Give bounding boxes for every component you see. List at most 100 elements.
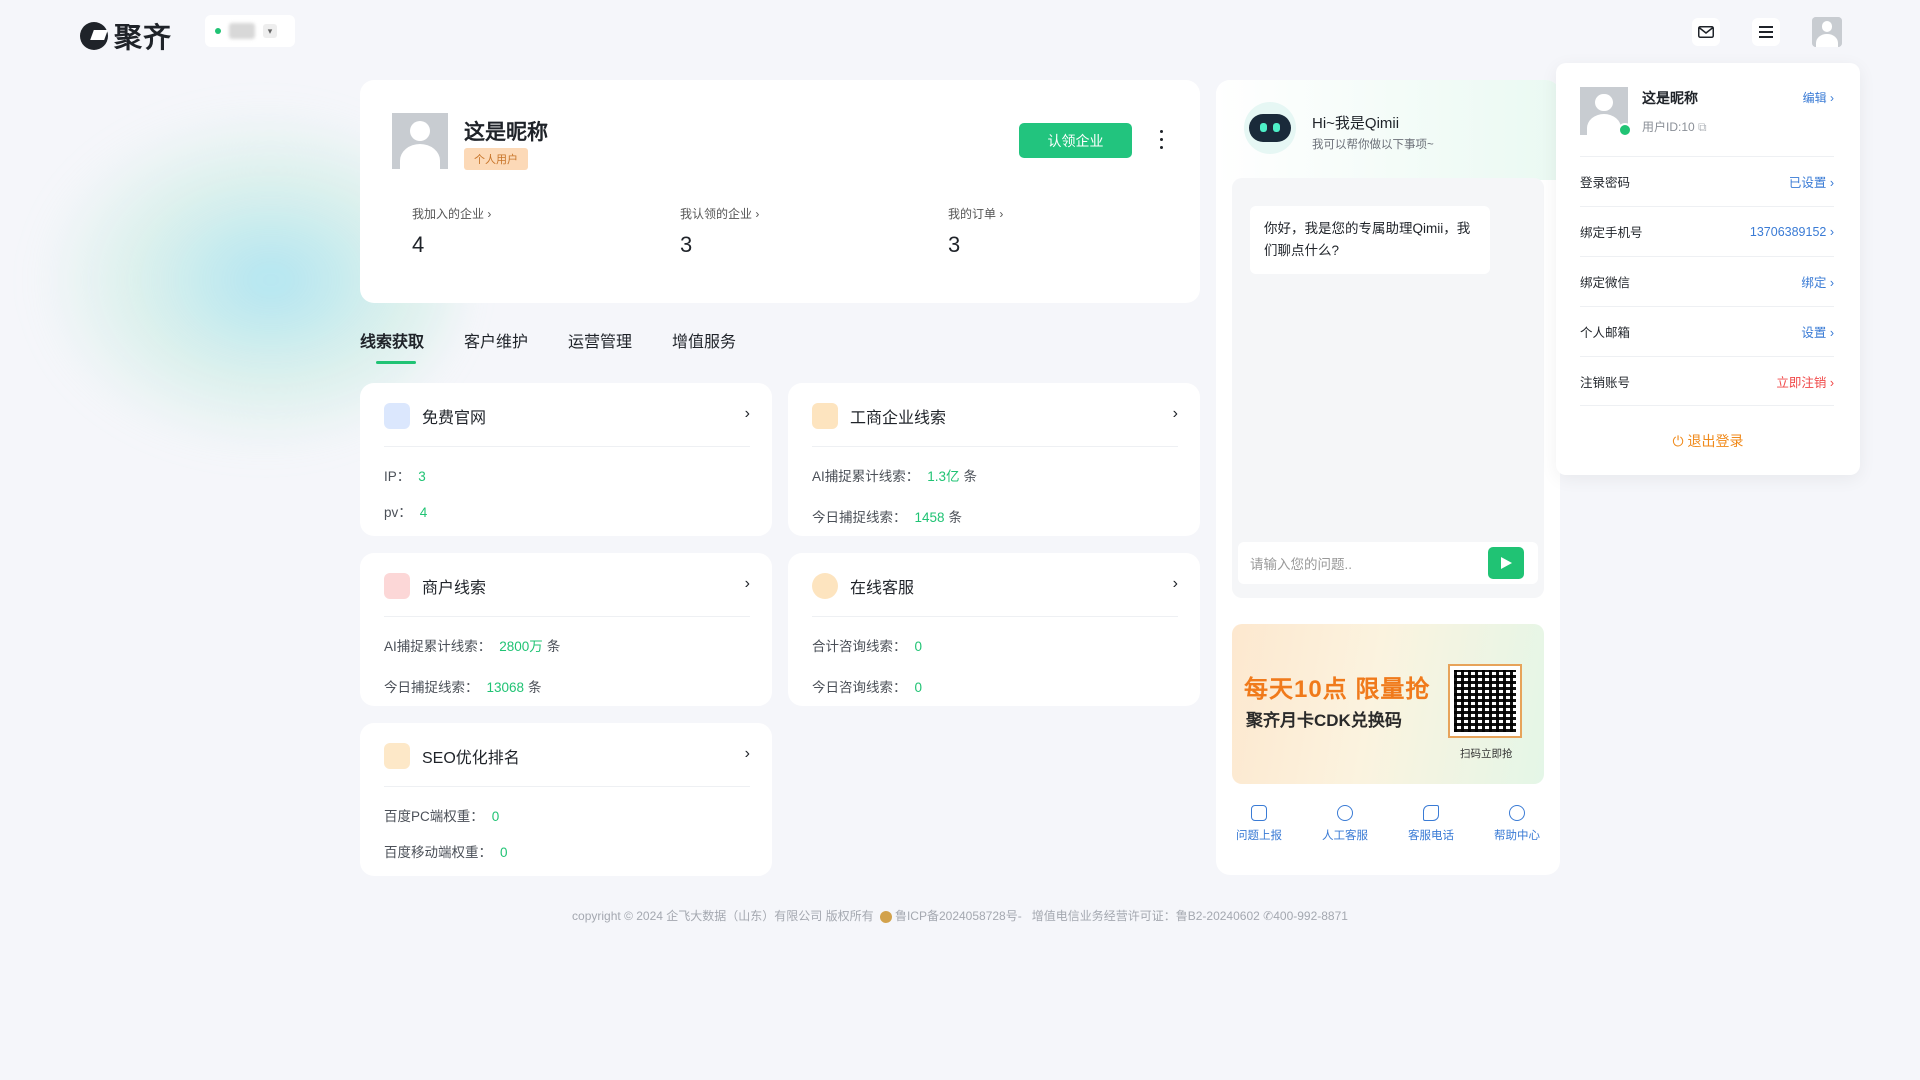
logout-button[interactable]: ⏻ 退出登录 (1556, 431, 1860, 451)
user-id: 用户ID:10 ⧉ (1642, 120, 1707, 134)
more-options-icon[interactable] (1155, 127, 1167, 151)
phone-icon: ✆ (1263, 909, 1274, 923)
support-phone-link[interactable]: 客服电话 (1408, 805, 1454, 843)
report-icon (1251, 805, 1267, 821)
avatar-icon (1812, 17, 1842, 47)
service-row: 百度移动端权重： 0 (384, 845, 508, 860)
stat-value: 4 (412, 232, 425, 257)
stat-label: 我的订单 › (948, 207, 1004, 221)
qr-code (1448, 664, 1522, 738)
stat-value: 3 (680, 232, 693, 257)
seo-icon (384, 743, 410, 769)
chevron-right-icon: › (1172, 405, 1178, 422)
phone-binding-row[interactable]: 绑定手机号 13706389152 › (1580, 206, 1834, 256)
help-center-link[interactable]: 帮助中心 (1494, 805, 1540, 843)
divider (384, 446, 750, 447)
send-icon (1501, 557, 1512, 569)
page-footer: copyright © 2024 企飞大数据（山东）有限公司 版权所有 鲁ICP… (0, 907, 1920, 924)
wechat-binding-row[interactable]: 绑定微信 绑定 › (1580, 256, 1834, 306)
online-support-icon (812, 573, 838, 599)
service-title: 工商企业线索 (850, 410, 947, 427)
stat-label: 我认领的企业 › (680, 207, 760, 221)
banner-headline: 每天10点 限量抢 (1244, 676, 1431, 703)
icp-link[interactable]: 鲁ICP备2024058728号- (895, 909, 1022, 923)
human-support-link[interactable]: 人工客服 (1322, 805, 1368, 843)
email-row[interactable]: 个人邮箱 设置 › (1580, 306, 1834, 356)
assistant-title: Hi~我是Qimii (1312, 115, 1400, 132)
service-row: AI捕捉累计线索： 2800万条 (384, 639, 561, 654)
service-row: 百度PC端权重： 0 (384, 809, 500, 824)
assistant-panel: Hi~我是Qimii 我可以帮你做以下事项~ 你好，我是您的专属助理Qimii，… (1216, 80, 1560, 875)
divider (384, 786, 750, 787)
brand-name: 聚齐 (114, 22, 173, 53)
police-badge-icon (879, 910, 892, 923)
profile-avatar (392, 113, 448, 178)
chevron-right-icon: › (744, 405, 750, 422)
send-button[interactable] (1488, 547, 1524, 579)
divider (812, 446, 1178, 447)
service-title: SEO优化排名 (422, 750, 520, 767)
menu-icon (1759, 26, 1773, 38)
chevron-down-icon: ▾ (263, 24, 277, 38)
stat-label: 我加入的企业 › (412, 207, 492, 221)
stat-joined-enterprises[interactable]: 我加入的企业 › 4 (412, 205, 491, 258)
service-row: IP： 3 (384, 469, 426, 484)
tab-lead-acquisition[interactable]: 线索获取 (360, 328, 424, 364)
divider (384, 616, 750, 617)
mail-button[interactable] (1692, 18, 1720, 46)
power-icon: ⏻ (1672, 433, 1684, 449)
assistant-header: Hi~我是Qimii 我可以帮你做以下事项~ (1216, 80, 1560, 180)
license-text: 增值电信业务经营许可证：鲁B2-20240602 (1031, 909, 1260, 923)
stat-my-orders[interactable]: 我的订单 › 3 (948, 205, 1003, 258)
mail-icon (1698, 26, 1714, 38)
org-name-blurred (229, 23, 255, 39)
service-card-seo[interactable]: SEO优化排名 › 百度PC端权重： 0 百度移动端权重： 0 (360, 723, 772, 876)
profile-nickname: 这是昵称 (464, 121, 548, 144)
support-links: 问题上报 人工客服 客服电话 帮助中心 (1216, 805, 1560, 843)
login-password-row[interactable]: 登录密码 已设置 › (1580, 156, 1834, 206)
service-row: 合计咨询线索： 0 (812, 639, 923, 654)
service-card-merchant-leads[interactable]: 商户线索 › AI捕捉累计线索： 2800万条 今日捕捉线索： 13068 条 (360, 553, 772, 706)
stat-value: 3 (948, 232, 961, 257)
service-row: AI捕捉累计线索： 1.3亿条 (812, 469, 978, 484)
headset-icon (1337, 805, 1353, 821)
report-issue-link[interactable]: 问题上报 (1236, 805, 1282, 843)
tab-operations[interactable]: 运营管理 (568, 328, 632, 364)
assistant-subtitle: 我可以帮你做以下事项~ (1312, 139, 1434, 151)
verified-icon (1618, 123, 1632, 137)
menu-button[interactable] (1752, 18, 1780, 46)
promo-banner[interactable]: 每天10点 限量抢 聚齐月卡CDK兑换码 扫码立即抢 (1232, 624, 1544, 784)
qr-caption: 扫码立即抢 (1460, 748, 1513, 760)
delete-account-row[interactable]: 注销账号 立即注销 › (1580, 356, 1834, 406)
service-card-business-leads[interactable]: 工商企业线索 › AI捕捉累计线索： 1.3亿条 今日捕捉线索： 1458 条 (788, 383, 1200, 536)
service-row: pv： 4 (384, 505, 428, 520)
user-type-badge: 个人用户 (464, 148, 528, 170)
user-avatar-button[interactable] (1812, 17, 1842, 47)
status-dot (215, 28, 221, 34)
tab-value-added[interactable]: 增值服务 (672, 328, 736, 364)
copyright-text: copyright © 2024 企飞大数据（山东）有限公司 版权所有 (572, 909, 874, 923)
profile-card: 这是昵称 个人用户 认领企业 我加入的企业 › 4 我认领的企业 › 3 我的订… (360, 80, 1200, 303)
stat-claimed-enterprises[interactable]: 我认领的企业 › 3 (680, 205, 759, 258)
org-selector[interactable]: ▾ (205, 15, 295, 47)
divider (812, 616, 1178, 617)
service-row: 今日捕捉线索： 1458 条 (812, 510, 963, 525)
edit-profile-link[interactable]: 编辑 › (1803, 89, 1834, 106)
service-row: 今日咨询线索： 0 (812, 680, 923, 695)
assistant-message: 你好，我是您的专属助理Qimii，我们聊点什么? (1250, 206, 1490, 274)
chevron-right-icon: › (744, 575, 750, 592)
dropdown-nickname: 这是昵称 (1642, 90, 1698, 106)
claim-enterprise-button[interactable]: 认领企业 (1019, 123, 1132, 158)
chevron-right-icon: › (1172, 575, 1178, 592)
copy-icon: ⧉ (1698, 120, 1707, 134)
service-card-online-support[interactable]: 在线客服 › 合计咨询线索： 0 今日咨询线索： 0 (788, 553, 1200, 706)
logo-icon (80, 22, 108, 50)
phone-icon (1423, 805, 1439, 821)
feature-tabs: 线索获取 客户维护 运营管理 增值服务 (360, 328, 736, 364)
brand-logo[interactable]: 聚齐 (80, 16, 172, 56)
service-card-free-website[interactable]: 免费官网 › IP： 3 pv： 4 (360, 383, 772, 536)
service-title: 在线客服 (850, 580, 915, 597)
service-title: 商户线索 (422, 580, 487, 597)
tab-customer-maintenance[interactable]: 客户维护 (464, 328, 528, 364)
service-row: 今日捕捉线索： 13068 条 (384, 680, 542, 695)
